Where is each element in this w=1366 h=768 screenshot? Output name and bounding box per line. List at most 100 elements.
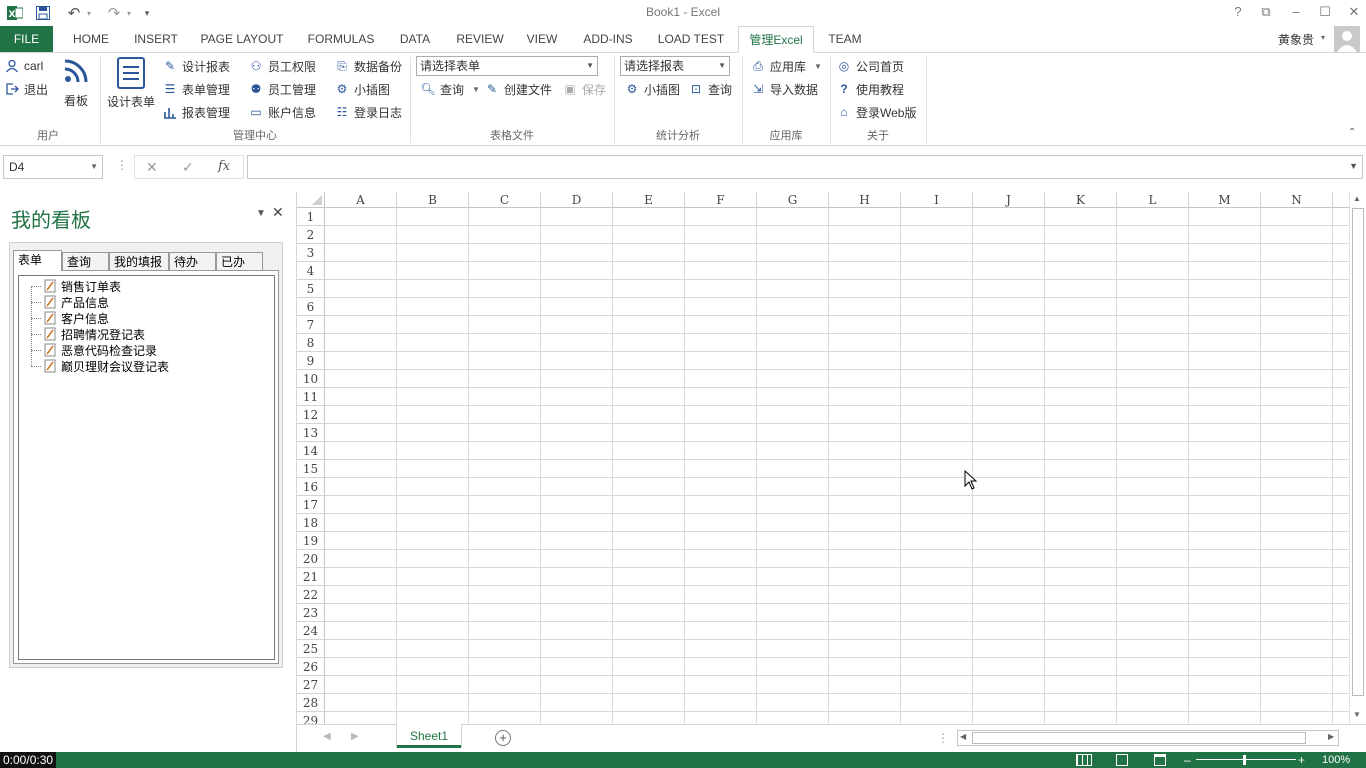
zoom-slider[interactable]	[1196, 759, 1296, 760]
tab-page-layout[interactable]: PAGE LAYOUT	[194, 26, 290, 52]
save-file-button[interactable]: ▣ 保存	[562, 79, 606, 99]
column-header-m[interactable]: M	[1189, 192, 1261, 208]
row-header-26[interactable]: 26	[297, 658, 325, 676]
column-header-c[interactable]: C	[469, 192, 541, 208]
next-sheet-icon[interactable]: ▶	[351, 731, 359, 742]
add-sheet-icon[interactable]: +	[495, 730, 511, 746]
scroll-up-icon[interactable]: ▲	[1353, 194, 1361, 203]
scroll-left-icon[interactable]: ◀	[960, 732, 966, 741]
sheet-tab-sheet1[interactable]: Sheet1	[397, 724, 461, 748]
row-header-10[interactable]: 10	[297, 370, 325, 388]
scroll-right-icon[interactable]: ▶	[1328, 732, 1334, 741]
column-header-j[interactable]: J	[973, 192, 1045, 208]
row-header-20[interactable]: 20	[297, 550, 325, 568]
tree-item[interactable]: 产品信息	[31, 294, 109, 310]
row-header-3[interactable]: 3	[297, 244, 325, 262]
zoom-level[interactable]: 100%	[1322, 752, 1350, 768]
tree-item[interactable]: 招聘情况登记表	[31, 326, 145, 342]
web-login-button[interactable]: ⌂ 登录Web版	[836, 102, 916, 122]
tree-item[interactable]: 恶意代码检查记录	[31, 342, 157, 358]
column-header-n[interactable]: N	[1261, 192, 1333, 208]
row-header-11[interactable]: 11	[297, 388, 325, 406]
pane-tab-done[interactable]: 已办	[216, 252, 263, 271]
prev-sheet-icon[interactable]: ◀	[323, 731, 331, 742]
tab-view[interactable]: VIEW	[520, 26, 564, 52]
column-header-i[interactable]: I	[901, 192, 973, 208]
column-header-a[interactable]: A	[325, 192, 397, 208]
zoom-out-icon[interactable]: –	[1184, 752, 1191, 768]
zoom-slider-thumb[interactable]	[1243, 755, 1246, 765]
column-header-d[interactable]: D	[541, 192, 613, 208]
redo-dropdown-icon[interactable]: ▾	[124, 3, 134, 23]
row-header-24[interactable]: 24	[297, 622, 325, 640]
design-form-button[interactable]: 设计表单	[104, 57, 158, 115]
column-header-overflow[interactable]	[1333, 192, 1349, 208]
import-data-button[interactable]: ⇲ 导入数据	[750, 79, 818, 99]
row-header-22[interactable]: 22	[297, 586, 325, 604]
tab-file[interactable]: FILE	[0, 26, 53, 52]
zoom-in-icon[interactable]: +	[1298, 752, 1305, 768]
row-header-25[interactable]: 25	[297, 640, 325, 658]
horizontal-scrollbar[interactable]: ◀ ▶	[957, 730, 1339, 746]
employee-manage-button[interactable]: ⚉ 员工管理	[248, 79, 316, 99]
tab-team[interactable]: TEAM	[822, 26, 868, 52]
pane-tab-my-submissions[interactable]: 我的填报	[109, 252, 169, 271]
report-manage-button[interactable]: 报表管理	[162, 102, 230, 122]
maximize-icon[interactable]: ☐	[1313, 2, 1337, 22]
tab-add-ins[interactable]: ADD-INS	[574, 26, 642, 52]
data-backup-button[interactable]: ⎘ 数据备份	[334, 56, 402, 76]
row-header-9[interactable]: 9	[297, 352, 325, 370]
row-header-19[interactable]: 19	[297, 532, 325, 550]
row-header-4[interactable]: 4	[297, 262, 325, 280]
formula-input[interactable]: ▼	[247, 155, 1363, 179]
row-header-18[interactable]: 18	[297, 514, 325, 532]
create-file-button[interactable]: ✎ 创建文件	[484, 79, 552, 99]
vertical-scrollbar[interactable]: ▲ ▼	[1349, 192, 1366, 724]
normal-view-icon[interactable]	[1076, 754, 1092, 766]
query-button[interactable]: 🔍︎ 查询 ▼	[420, 79, 480, 99]
stats-query-button[interactable]: ⊡ 查询	[688, 79, 732, 99]
row-header-5[interactable]: 5	[297, 280, 325, 298]
column-header-f[interactable]: F	[685, 192, 757, 208]
expand-formula-icon[interactable]: ▼	[1349, 161, 1358, 171]
collapse-ribbon-icon[interactable]: ⌃	[1348, 127, 1356, 138]
select-form-dropdown[interactable]: 请选择表单 ▼	[416, 56, 598, 76]
row-header-29[interactable]: 29	[297, 712, 325, 724]
avatar[interactable]	[1334, 26, 1360, 52]
tutorial-button[interactable]: ? 使用教程	[836, 79, 904, 99]
excel-logo-icon[interactable]: X	[6, 3, 24, 23]
user-name[interactable]: 黄象贵	[1278, 31, 1314, 48]
row-header-12[interactable]: 12	[297, 406, 325, 424]
tab-manage-excel[interactable]: 管理Excel	[738, 26, 814, 53]
save-icon[interactable]	[34, 3, 52, 23]
undo-icon[interactable]: ↶	[64, 3, 84, 23]
row-header-21[interactable]: 21	[297, 568, 325, 586]
tab-insert[interactable]: INSERT	[128, 26, 184, 52]
column-header-l[interactable]: L	[1117, 192, 1189, 208]
select-all-corner[interactable]	[297, 192, 325, 208]
pane-tab-query[interactable]: 查询	[62, 252, 109, 271]
help-icon[interactable]: ?	[1226, 2, 1250, 22]
insert-function-icon[interactable]: fx	[218, 159, 230, 174]
stats-small-chart-button[interactable]: ⚙ 小插图	[624, 79, 680, 99]
column-header-b[interactable]: B	[397, 192, 469, 208]
user-dropdown-icon[interactable]: ▾	[1321, 33, 1325, 42]
customize-qat-icon[interactable]: ▾	[140, 3, 154, 23]
small-chart-button[interactable]: ⚙ 小插图	[334, 79, 390, 99]
form-manage-button[interactable]: ☰ 表单管理	[162, 79, 230, 99]
tab-load-test[interactable]: LOAD TEST	[652, 26, 730, 52]
company-homepage-button[interactable]: ◎ 公司首页	[836, 56, 904, 76]
vertical-scroll-thumb[interactable]	[1352, 208, 1364, 696]
row-header-17[interactable]: 17	[297, 496, 325, 514]
login-log-button[interactable]: ☷ 登录日志	[334, 102, 402, 122]
column-header-e[interactable]: E	[613, 192, 685, 208]
pane-tab-todo[interactable]: 待办	[169, 252, 216, 271]
ribbon-display-icon[interactable]: ⧉	[1254, 2, 1278, 22]
redo-icon[interactable]: ↷	[104, 3, 124, 23]
select-report-dropdown[interactable]: 请选择报表 ▼	[620, 56, 730, 76]
name-box[interactable]: D4 ▼	[3, 155, 103, 179]
row-header-7[interactable]: 7	[297, 316, 325, 334]
board-button[interactable]: 看板	[60, 57, 92, 115]
design-report-button[interactable]: ✎ 设计报表	[162, 56, 230, 76]
close-icon[interactable]: ✕	[1342, 2, 1366, 22]
